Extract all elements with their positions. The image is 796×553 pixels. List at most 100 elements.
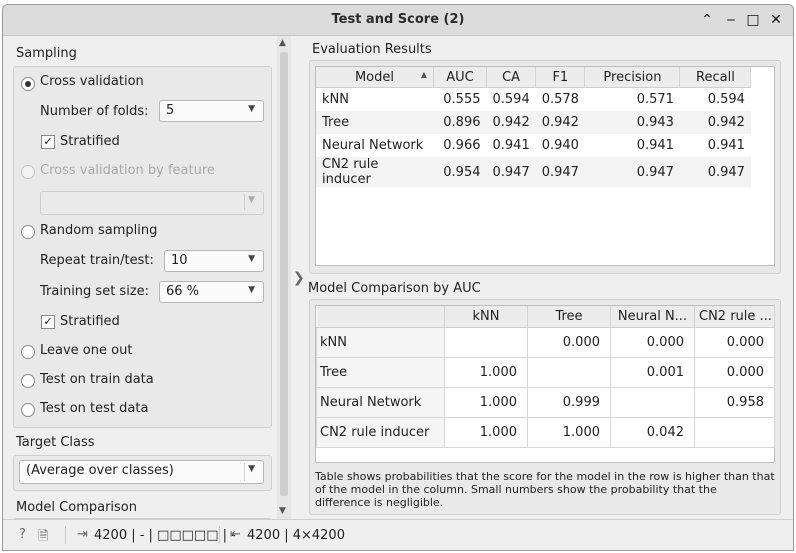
table-row: CN2 rule inducer 1.000 1.000 0.042	[316, 417, 775, 448]
table-cell: 0.954	[433, 157, 487, 187]
test-on-test-radio[interactable]	[21, 403, 35, 417]
divider	[219, 526, 220, 544]
chevron-down-icon: ▼	[248, 464, 255, 474]
divider	[65, 526, 66, 544]
row-header: Tree	[316, 357, 445, 388]
test-on-test-label[interactable]: Test on test data	[40, 401, 148, 416]
minimize-button[interactable]: ‒	[721, 10, 741, 30]
table-cell: 0.947	[486, 157, 536, 187]
table-cell: 0.947	[679, 157, 751, 187]
table-cell: 0.571	[636, 92, 674, 107]
table-cell: 0.958	[694, 387, 775, 418]
scroll-down-icon[interactable]: ▼	[279, 506, 286, 516]
table-cell: 0.578	[541, 92, 579, 107]
training-size-combo[interactable]: 66 % ▼	[159, 281, 264, 303]
row-header: Neural Network	[316, 387, 445, 418]
evaluation-table-view[interactable]: Model ▲ AUC CA F1 Precision Recall kNN 0…	[315, 66, 775, 266]
cv-by-feature-radio[interactable]	[21, 165, 35, 179]
table-cell: 1.000	[444, 417, 528, 448]
table-cell: 0.555	[443, 92, 481, 107]
table-cell: 0.966	[443, 138, 481, 153]
maximize-button[interactable]: □	[743, 10, 763, 30]
column-header-ca[interactable]: CA	[486, 67, 537, 88]
table-cell: 0.000	[694, 357, 775, 388]
evaluation-table[interactable]: Model ▲ AUC CA F1 Precision Recall kNN 0…	[316, 67, 752, 187]
report-icon[interactable]: 🗎	[38, 527, 48, 549]
random-sampling-label[interactable]: Random sampling	[40, 223, 157, 238]
input-icon: ⇥	[77, 527, 88, 542]
output-icon: ⇤	[230, 527, 241, 542]
test-on-train-label[interactable]: Test on train data	[40, 372, 154, 387]
panel-splitter-chevron-icon[interactable]: ❯	[293, 270, 305, 286]
test-on-train-radio[interactable]	[21, 374, 35, 388]
table-row: Neural Network 1.000 0.999 0.958	[316, 387, 775, 418]
sampling-title: Sampling	[16, 46, 77, 61]
column-header-recall[interactable]: Recall	[679, 67, 752, 88]
folds-combo[interactable]: 5 ▼	[159, 100, 264, 122]
table-cell: 0.001	[610, 357, 695, 388]
table-row[interactable]: Tree 0.896 0.942 0.942 0.943 0.942	[316, 111, 751, 134]
table-cell: kNN	[322, 92, 349, 107]
column-header-model[interactable]: Model ▲	[316, 67, 434, 88]
evaluation-results-title: Evaluation Results	[312, 42, 432, 57]
scrollbar-thumb[interactable]	[280, 52, 288, 496]
table-row[interactable]: CN2 rule inducer 0.954 0.947 0.947 0.947…	[316, 157, 751, 187]
stratified-checkbox-2[interactable]: ✓	[41, 315, 55, 329]
cv-by-feature-label[interactable]: Cross validation by feature	[40, 163, 215, 178]
collapse-button[interactable]: ⌃	[697, 10, 717, 30]
comparison-table[interactable]: kNN Tree Neural N... CN2 rule ... kNN 0.…	[316, 306, 775, 448]
table-cell: 0.940	[541, 138, 579, 153]
help-icon[interactable]: ?	[19, 527, 26, 542]
scroll-up-icon[interactable]: ▲	[279, 38, 286, 48]
repeat-label: Repeat train/test:	[40, 253, 154, 268]
comparison-explanation-note: Table shows probabilities that the score…	[315, 470, 775, 509]
stratified-label-2[interactable]: Stratified	[60, 314, 120, 329]
target-class-combo[interactable]: (Average over classes) ▼	[19, 460, 264, 484]
column-header-knn[interactable]: kNN	[444, 306, 528, 328]
table-cell: 0.942	[486, 111, 536, 134]
column-header-tree[interactable]: Tree	[527, 306, 611, 328]
close-button[interactable]: ✕	[766, 10, 786, 30]
table-cell: 0.942	[535, 111, 585, 134]
column-header-label: Model	[354, 69, 395, 85]
table-row[interactable]: kNN 0.555 0.594 0.578 0.571 0.594	[316, 88, 751, 112]
control-area-scrollbar[interactable]: ▲ ▼	[277, 36, 291, 519]
table-cell: 0.896	[433, 111, 487, 134]
cross-validation-label[interactable]: Cross validation	[40, 74, 144, 89]
feature-combo[interactable]: ▼	[40, 191, 264, 215]
table-cell: 0.000	[610, 327, 695, 358]
window-title: Test and Score (2)	[331, 12, 465, 27]
table-cell: 0.999	[527, 387, 611, 418]
table-row[interactable]: Neural Network 0.966 0.941 0.940 0.941 0…	[316, 134, 751, 157]
table-cell: 0.947	[535, 157, 585, 187]
stratified-label-1[interactable]: Stratified	[60, 134, 120, 149]
title-bar: Test and Score (2) ⌃ ‒ □ ✕	[3, 5, 793, 36]
leave-one-out-radio[interactable]	[21, 345, 35, 359]
table-cell: 0.943	[584, 111, 680, 134]
chevron-down-icon: ▼	[248, 104, 255, 114]
table-cell: 0.000	[694, 327, 775, 358]
table-cell	[444, 327, 528, 358]
output-summary: 4200 | 4×4200	[247, 528, 345, 543]
leave-one-out-label[interactable]: Leave one out	[40, 343, 132, 358]
column-header-f1[interactable]: F1	[535, 67, 586, 88]
column-header-auc[interactable]: AUC	[433, 67, 487, 88]
repeat-combo[interactable]: 10 ▼	[164, 250, 264, 272]
random-sampling-radio[interactable]	[21, 225, 35, 239]
table-cell: Neural Network	[322, 138, 424, 153]
cross-validation-radio[interactable]	[21, 77, 35, 91]
comparison-table-view[interactable]: kNN Tree Neural N... CN2 rule ... kNN 0.…	[315, 305, 775, 463]
table-cell: 1.000	[527, 417, 611, 448]
training-size-value: 66 %	[166, 284, 200, 299]
column-header-precision[interactable]: Precision	[584, 67, 681, 88]
stratified-checkbox-1[interactable]: ✓	[41, 135, 55, 149]
folds-label: Number of folds:	[40, 104, 149, 119]
corner-header	[316, 306, 445, 328]
column-header-neural-network[interactable]: Neural N...	[610, 306, 695, 328]
table-row: Tree 1.000 0.001 0.000	[316, 357, 775, 388]
table-cell: 0.000	[527, 327, 611, 358]
control-area: Sampling Cross validation Number of fold…	[3, 36, 290, 529]
row-header: kNN	[316, 327, 445, 358]
column-header-cn2[interactable]: CN2 rule ...	[694, 306, 775, 328]
sort-ascending-icon: ▲	[420, 70, 427, 79]
